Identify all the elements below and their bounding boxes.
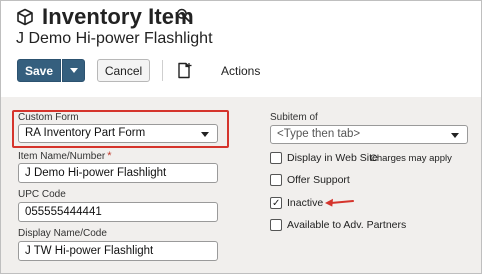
offer-support-checkbox[interactable]: [270, 174, 282, 186]
charges-note: Charges may apply: [370, 153, 452, 164]
required-marker: *: [107, 150, 112, 162]
cube-icon: [17, 8, 33, 26]
record-name: J Demo Hi-power Flashlight: [16, 30, 213, 47]
item-name-label: Item Name/Number *: [18, 150, 112, 162]
chevron-down-icon: [69, 68, 78, 73]
actions-menu[interactable]: Actions: [221, 64, 260, 78]
display-name-field[interactable]: J TW Hi-power Flashlight: [18, 241, 218, 261]
available-to-adv-partners-checkbox[interactable]: [270, 219, 282, 231]
item-name-field[interactable]: J Demo Hi-power Flashlight: [18, 163, 218, 183]
available-to-adv-partners-label: Available to Adv. Partners: [287, 219, 407, 231]
inactive-checkbox[interactable]: ✓: [270, 197, 282, 209]
search-icon[interactable]: [176, 8, 190, 22]
subitem-of-label: Subitem of: [270, 112, 318, 123]
document-icon[interactable]: [177, 62, 193, 79]
save-button[interactable]: Save: [17, 59, 61, 82]
offer-support-label: Offer Support: [287, 174, 350, 186]
upc-code-field[interactable]: 055555444441: [18, 202, 218, 222]
subitem-of-select[interactable]: <Type then tab>: [270, 125, 468, 144]
subitem-of-placeholder: <Type then tab>: [277, 128, 361, 140]
check-icon: ✓: [272, 198, 281, 209]
toolbar-divider: [162, 60, 163, 81]
chevron-down-icon: [451, 133, 459, 138]
display-name-label: Display Name/Code: [18, 228, 107, 239]
page-title: Inventory Item: [42, 4, 194, 29]
upc-code-label: UPC Code: [18, 189, 66, 200]
arrow-left-icon: [325, 198, 354, 207]
save-menu-button[interactable]: [62, 59, 85, 82]
display-in-web-site-label: Display in Web Site: [287, 152, 378, 164]
display-in-web-site-checkbox[interactable]: [270, 152, 282, 164]
cancel-button[interactable]: Cancel: [97, 59, 150, 82]
highlight-box: [12, 110, 229, 148]
inactive-label: Inactive: [287, 197, 324, 209]
